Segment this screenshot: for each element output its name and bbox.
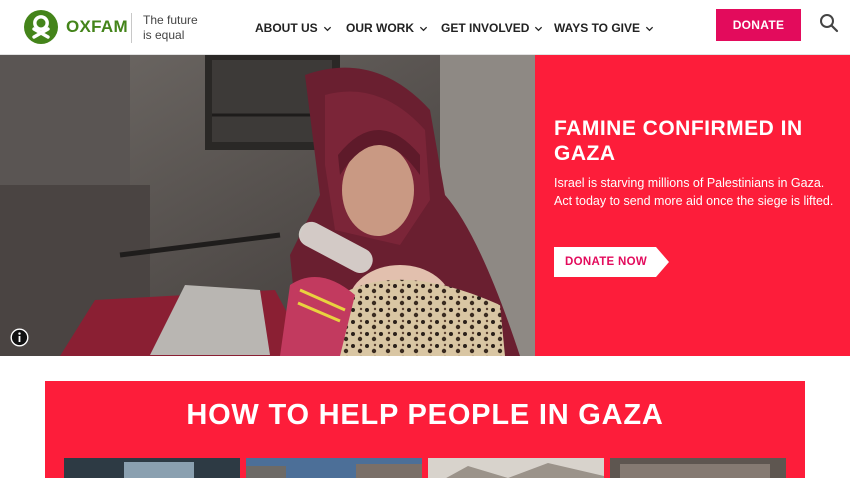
nav-ways-to-give[interactable]: WAYS TO GIVE xyxy=(554,20,654,36)
nav-about-us-label: ABOUT US xyxy=(255,21,318,35)
help-card-image[interactable] xyxy=(246,458,422,478)
nav-get-involved[interactable]: GET INVOLVED xyxy=(441,20,543,36)
hero-banner: FAMINE CONFIRMED IN GAZA Israel is starv… xyxy=(0,55,850,356)
brand-tagline: The future is equal xyxy=(131,13,198,43)
info-icon xyxy=(10,328,29,347)
chevron-down-icon xyxy=(645,26,654,31)
oxfam-logo-icon xyxy=(24,10,58,44)
donate-button[interactable]: DONATE xyxy=(716,9,801,41)
donate-now-label: DONATE NOW xyxy=(564,256,647,268)
nav-about-us[interactable]: ABOUT US xyxy=(255,20,332,36)
site-header: OXFAM The future is equal ABOUT US OUR W… xyxy=(0,0,850,55)
tagline-line-1: The future xyxy=(143,13,198,27)
donate-now-button[interactable]: DONATE NOW xyxy=(554,247,669,277)
image-info-button[interactable] xyxy=(10,328,29,347)
card-photo xyxy=(246,458,422,478)
help-card-image[interactable] xyxy=(610,458,786,478)
search-icon xyxy=(820,14,839,33)
oxfam-logo[interactable]: OXFAM xyxy=(24,10,128,44)
nav-our-work[interactable]: OUR WORK xyxy=(346,20,428,36)
card-photo xyxy=(64,458,240,478)
help-section-title: HOW TO HELP PEOPLE IN GAZA xyxy=(186,399,664,431)
tagline-line-2: is equal xyxy=(143,28,185,42)
hero-title: FAMINE CONFIRMED IN GAZA xyxy=(554,117,803,165)
chevron-down-icon xyxy=(535,26,543,31)
chevron-down-icon xyxy=(323,26,331,31)
hero-photo xyxy=(0,55,535,356)
help-card-image[interactable] xyxy=(64,458,240,478)
nav-get-involved-label: GET INVOLVED xyxy=(441,21,530,35)
hero-image-mother-feeding-baby xyxy=(0,55,535,356)
hero-panel: FAMINE CONFIRMED IN GAZA Israel is starv… xyxy=(535,55,850,356)
nav-our-work-label: OUR WORK xyxy=(346,21,414,35)
help-section: HOW TO HELP PEOPLE IN GAZA xyxy=(45,381,805,478)
brand-name: OXFAM xyxy=(66,17,128,36)
search-button[interactable] xyxy=(818,12,840,34)
card-photo xyxy=(610,458,786,478)
chevron-down-icon xyxy=(419,26,428,31)
nav-ways-to-give-label: WAYS TO GIVE xyxy=(554,21,641,35)
help-card-image[interactable] xyxy=(428,458,604,478)
card-photo xyxy=(428,458,604,478)
hero-description: Israel is starving millions of Palestini… xyxy=(554,176,834,208)
